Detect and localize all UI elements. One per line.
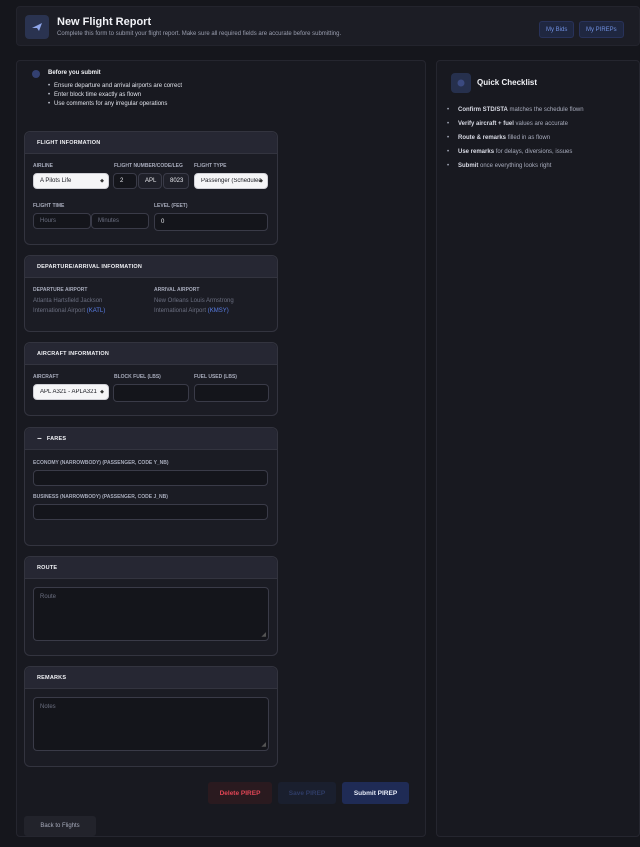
fares-header[interactable]: − FARES	[25, 428, 277, 450]
list-item: Enter block time exactly as flown	[48, 91, 182, 100]
flight-type-select[interactable]: Passenger (Scheduled)	[194, 173, 268, 189]
list-item: Ensure departure and arrival airports ar…	[48, 82, 182, 91]
section-title: DEPARTURE/ARRIVAL INFORMATION	[25, 256, 277, 278]
submit-pirep-button[interactable]: Submit PIREP	[342, 782, 409, 804]
section-title: ROUTE	[25, 557, 277, 579]
airline-select[interactable]: A Pilots Life	[33, 173, 109, 189]
back-to-flights-button[interactable]: Back to Flights	[24, 816, 96, 836]
hours-input[interactable]: Hours	[33, 213, 91, 229]
flight-number-label: FLIGHT NUMBER/CODE/LEG	[114, 163, 183, 169]
departure-airport-value: Atlanta Hartsfield Jackson International…	[33, 298, 106, 314]
flight-number-input[interactable]: 2	[113, 173, 137, 189]
block-fuel-label: BLOCK FUEL (LBS)	[114, 374, 161, 380]
collapse-icon[interactable]: −	[37, 434, 42, 443]
list-item: Use comments for any irregular operation…	[48, 100, 182, 109]
business-fare-input[interactable]	[33, 504, 268, 520]
section-title: FARES	[46, 435, 67, 442]
checklist-title: Quick Checklist	[477, 78, 538, 87]
flight-type-label: FLIGHT TYPE	[194, 163, 227, 169]
minutes-input[interactable]: Minutes	[91, 213, 149, 229]
departure-airport-label: DEPARTURE AIRPORT	[33, 287, 88, 293]
page-subtitle: Complete this form to submit your flight…	[57, 31, 342, 37]
list-item: Submit once everything looks right	[447, 159, 584, 173]
checklist-icon	[451, 73, 471, 93]
resize-handle-icon[interactable]: ◢	[261, 631, 266, 638]
list-item: Route & remarks filled in as flown	[447, 131, 584, 145]
section-title: REMARKS	[25, 667, 277, 689]
list-item: Use remarks for delays, diversions, issu…	[447, 145, 584, 159]
fares-section: − FARES	[24, 427, 278, 546]
flight-time-label: FLIGHT TIME	[33, 203, 65, 209]
my-pireps-button[interactable]: My PIREPs	[579, 21, 624, 38]
arrival-airport-value: New Orleans Louis Armstrong Internationa…	[154, 298, 234, 314]
departure-icao: (KATL)	[86, 308, 106, 314]
list-item: Confirm STD/STA matches the schedule flo…	[447, 103, 584, 117]
departure-arrival-section: DEPARTURE/ARRIVAL INFORMATION	[24, 255, 278, 332]
fuel-used-input[interactable]	[194, 384, 269, 402]
page-header: New Flight Report Complete this form to …	[16, 6, 640, 46]
flight-code-input[interactable]: APL	[138, 173, 162, 189]
list-item: Verify aircraft + fuel values are accura…	[447, 117, 584, 131]
airline-label: AIRLINE	[33, 163, 53, 169]
level-input[interactable]: 0	[154, 213, 268, 231]
section-title: AIRCRAFT INFORMATION	[25, 343, 277, 365]
fuel-used-label: FUEL USED (LBS)	[194, 374, 237, 380]
delete-pirep-button[interactable]: Delete PIREP	[208, 782, 272, 804]
resize-handle-icon[interactable]: ◢	[261, 741, 266, 748]
remarks-textarea[interactable]: Notes ◢	[33, 697, 269, 751]
checklist-card	[436, 60, 640, 837]
level-label: LEVEL (FEET)	[154, 203, 188, 209]
route-textarea[interactable]: Route ◢	[33, 587, 269, 641]
economy-fare-input[interactable]	[33, 470, 268, 486]
my-bids-button[interactable]: My Bids	[539, 21, 575, 38]
section-title: FLIGHT INFORMATION	[25, 132, 277, 154]
economy-fare-label: ECONOMY (NARROWBODY) (PASSENGER, CODE Y_…	[33, 460, 169, 466]
note-title: Before you submit	[48, 70, 101, 76]
plane-icon	[25, 15, 49, 39]
aircraft-label: AIRCRAFT	[33, 374, 59, 380]
save-pirep-button[interactable]: Save PIREP	[278, 782, 336, 804]
arrival-airport-label: ARRIVAL AIRPORT	[154, 287, 200, 293]
aircraft-select[interactable]: APL A321 - APLA321	[33, 384, 109, 400]
checklist-list: Confirm STD/STA matches the schedule flo…	[447, 103, 584, 173]
flight-leg-input[interactable]: 8023	[163, 173, 189, 189]
business-fare-label: BUSINESS (NARROWBODY) (PASSENGER, CODE J…	[33, 494, 168, 500]
block-fuel-input[interactable]	[113, 384, 189, 402]
info-icon	[32, 70, 40, 78]
note-list: Ensure departure and arrival airports ar…	[48, 82, 182, 109]
arrival-icao: (KMSY)	[207, 308, 229, 314]
page-title: New Flight Report	[57, 16, 152, 28]
